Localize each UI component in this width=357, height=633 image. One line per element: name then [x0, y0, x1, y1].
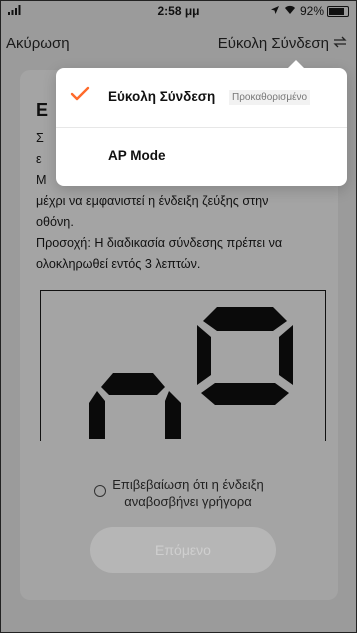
- radio-icon[interactable]: [94, 485, 107, 497]
- battery-icon: [327, 5, 349, 17]
- instruction-line-4: μέχρι να εμφανιστεί η ένδειξη ζεύξης στη…: [36, 194, 269, 208]
- mode-label: Εύκολη Σύνδεση: [217, 35, 329, 52]
- status-right: 92%: [270, 4, 349, 18]
- cancel-button[interactable]: Ακύρωση: [6, 35, 70, 52]
- battery-percent: 92%: [299, 4, 324, 18]
- default-badge: Προκαθορισμένο: [229, 90, 311, 105]
- mode-selector-button[interactable]: Εύκολη Σύνδεση: [218, 35, 347, 53]
- mode-dropdown-menu: Εύκολη Σύνδεση Προκαθορισμένο AP Mode: [56, 60, 347, 186]
- menu-item-label: AP Mode: [108, 148, 166, 163]
- card-title: Ε: [36, 100, 49, 120]
- instruction-line-7: ολοκληρωθεί εντός 3 λεπτών.: [36, 257, 201, 271]
- next-button[interactable]: Επόμενο: [90, 527, 276, 573]
- instruction-line-5: οθόνη.: [36, 215, 74, 229]
- confirm-label: Επιβεβαίωση ότι η ένδειξη αναβοσβήνει γρ…: [112, 476, 264, 510]
- confirm-row[interactable]: Επιβεβαίωση ότι η ένδειξη αναβοσβήνει γρ…: [20, 476, 338, 510]
- nav-bar: Ακύρωση Εύκολη Σύνδεση: [0, 20, 357, 64]
- swap-icon: [333, 35, 347, 53]
- instruction-line-6: Προσοχή: Η διαδικασία σύνδεσης πρέπει να: [36, 236, 283, 250]
- menu-item-label: Εύκολη Σύνδεση: [108, 89, 216, 104]
- confirm-line-1: Επιβεβαίωση ότι η ένδειξη: [112, 477, 264, 492]
- menu-item-easy-connect[interactable]: Εύκολη Σύνδεση Προκαθορισμένο: [56, 68, 347, 128]
- menu-item-ap-mode[interactable]: AP Mode: [56, 127, 347, 186]
- wifi-icon: [283, 4, 297, 18]
- location-icon: [270, 4, 280, 18]
- confirm-line-2: αναβοσβήνει γρήγορα: [124, 494, 252, 509]
- check-icon: [70, 86, 90, 107]
- status-bar: 2:58 μμ 92%: [0, 0, 357, 20]
- device-display-illustration: [40, 290, 326, 441]
- pairing-indicator-icon: [89, 307, 293, 439]
